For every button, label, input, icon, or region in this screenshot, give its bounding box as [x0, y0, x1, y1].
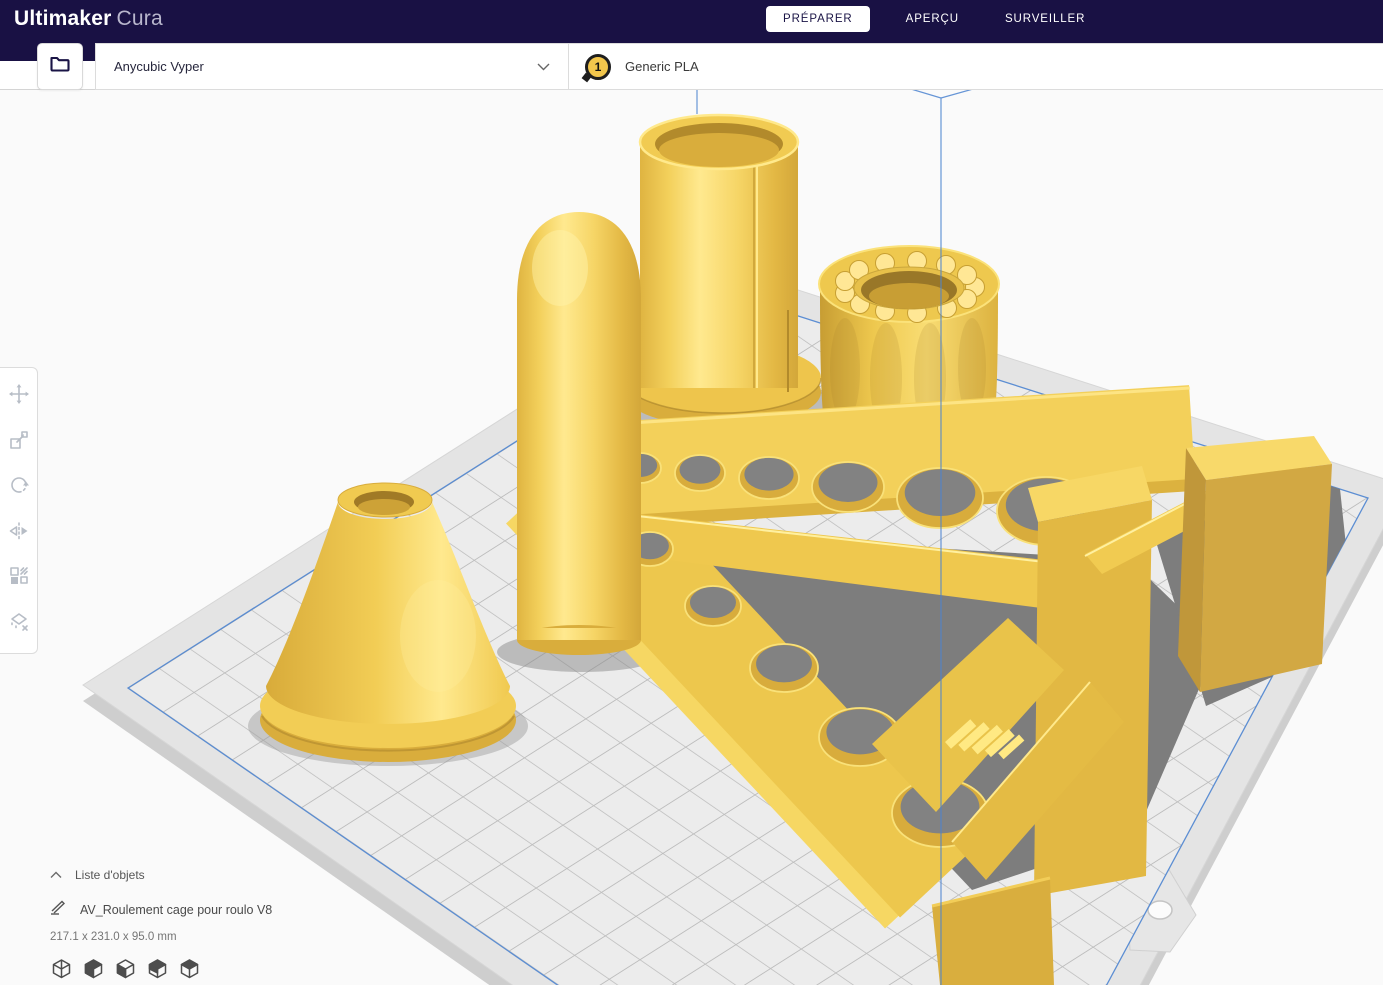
app-logo: Ultimaker Cura: [14, 7, 163, 31]
extruder-badge: 1: [585, 53, 611, 80]
rotate-tool-button[interactable]: [4, 473, 34, 503]
support-blocker-button[interactable]: [4, 609, 34, 639]
brand-name: Ultimaker: [14, 7, 112, 30]
extruder-number: 1: [594, 59, 602, 74]
open-file-button[interactable]: [37, 43, 83, 90]
product-name: Cura: [116, 7, 163, 30]
scale-icon: [8, 429, 30, 456]
scale-tool-button[interactable]: [4, 427, 34, 457]
object-dimensions: 217.1 x 231.0 x 95.0 mm: [50, 931, 177, 943]
per-model-settings-button[interactable]: [4, 564, 34, 594]
selected-object-name: AV_Roulement cage pour roulo V8: [80, 903, 273, 917]
chevron-up-icon: [50, 866, 62, 884]
move-tool-button[interactable]: [4, 382, 34, 412]
mirror-tool-button[interactable]: [4, 518, 34, 548]
view-top-button[interactable]: [114, 957, 137, 980]
material-selector[interactable]: 1 Generic PLA: [569, 44, 715, 89]
view-right-button[interactable]: [178, 957, 201, 980]
view-left-button[interactable]: [146, 957, 169, 980]
object-list-toggle[interactable]: Liste d'objets: [50, 866, 272, 884]
camera-view-presets: [50, 957, 272, 980]
printer-name: Anycubic Vyper: [114, 59, 204, 74]
pencil-icon: [50, 900, 67, 920]
plate-tab-hole: [1147, 900, 1173, 920]
support-blocker-icon: [8, 611, 30, 638]
viewport-3d[interactable]: [0, 89, 1383, 985]
per-model-settings-icon: [8, 565, 30, 592]
rotate-icon: [8, 474, 30, 501]
tab-prepare[interactable]: PRÉPARER: [766, 5, 870, 32]
tab-monitor[interactable]: SURVEILLER: [995, 6, 1095, 32]
object-list-label: Liste d'objets: [75, 868, 145, 882]
printer-selector[interactable]: Anycubic Vyper: [96, 44, 569, 89]
mirror-icon: [8, 520, 30, 547]
material-name: Generic PLA: [625, 59, 699, 74]
stage-tabs: PRÉPARER APERÇU SURVEILLER: [766, 4, 1095, 33]
app-header: Ultimaker Cura PRÉPARER APERÇU SURVEILLER: [0, 0, 1383, 43]
tab-preview[interactable]: APERÇU: [896, 6, 969, 32]
object-info-panel: Liste d'objets AV_Roulement cage pour ro…: [50, 866, 272, 980]
view-front-button[interactable]: [82, 957, 105, 980]
configuration-bar: Anycubic Vyper 1 Generic PLA: [95, 43, 1383, 90]
view-3d-button[interactable]: [50, 957, 73, 980]
tool-palette: [0, 367, 38, 654]
chevron-down-icon: [537, 58, 550, 76]
model-capsule[interactable]: [517, 212, 641, 655]
model-tube[interactable]: [622, 113, 822, 427]
move-icon: [8, 383, 30, 410]
selected-object-row[interactable]: AV_Roulement cage pour roulo V8: [50, 900, 272, 920]
folder-icon: [48, 52, 72, 81]
